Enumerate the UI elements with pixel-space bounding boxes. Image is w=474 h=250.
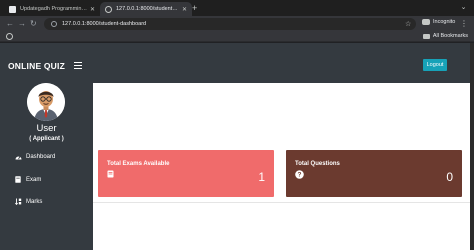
forward-icon[interactable]: →	[18, 19, 26, 29]
folder-icon	[422, 33, 430, 39]
sort-numeric-icon	[14, 198, 22, 205]
svg-text:?: ?	[298, 172, 302, 179]
card-title: Total Questions	[295, 161, 340, 167]
incognito-label: Incognito	[433, 19, 456, 25]
top-navbar: ONLINE QUIZ Logout	[0, 43, 470, 83]
sidebar-item-label: Marks	[26, 198, 43, 205]
incognito-indicator[interactable]: Incognito	[422, 19, 455, 25]
site-favicon-icon	[9, 5, 16, 13]
browser-toolbar: ← → ↻ 127.0.0.1:8000/student-dashboard ☆…	[0, 16, 474, 32]
sidebar-item-label: Dashboard	[26, 154, 56, 160]
sidebar-contents: User ( Applicant ) Dashboard Exam Marks	[0, 83, 93, 250]
sidebar-item-dashboard[interactable]: Dashboard	[14, 154, 55, 160]
browser-menu-icon[interactable]: ⋮	[460, 19, 468, 28]
card-title: Total Exams Available	[107, 161, 170, 167]
all-bookmarks-button[interactable]: All Bookmarks	[422, 33, 468, 39]
browser-tab-strip: Updategadh Programming - Ec ✕ 127.0.0.1:…	[0, 0, 474, 16]
new-tab-button[interactable]: +	[192, 3, 197, 13]
tab-title: 127.0.0.1:8000/student-dashb	[116, 6, 179, 12]
reload-icon[interactable]: ↻	[30, 19, 37, 29]
incognito-icon	[422, 19, 430, 25]
url-text: 127.0.0.1:8000/student-dashboard	[62, 21, 147, 27]
sidebar-item-label: Exam	[26, 176, 42, 183]
bookmark-star-icon[interactable]: ☆	[405, 20, 411, 28]
bookmark-globe-icon[interactable]	[6, 33, 13, 40]
browser-tab[interactable]: Updategadh Programming - Ec ✕	[4, 2, 100, 16]
total-questions-card: Total Questions ? 0	[286, 150, 462, 197]
book-icon	[107, 170, 114, 178]
close-tab-icon[interactable]: ✕	[182, 6, 187, 13]
brand-title[interactable]: ONLINE QUIZ	[8, 61, 65, 71]
tab-search-icon[interactable]: ⌄	[459, 3, 468, 12]
globe-icon	[105, 5, 112, 13]
content-divider	[93, 202, 470, 203]
site-info-icon[interactable]	[51, 21, 57, 27]
bookmarks-bar: All Bookmarks	[0, 32, 474, 42]
total-exams-card: Total Exams Available 1	[98, 150, 274, 197]
question-circle-icon: ?	[295, 170, 304, 179]
tachometer-icon	[14, 154, 22, 160]
avatar	[27, 83, 65, 121]
sidebar-item-marks[interactable]: Marks	[14, 198, 42, 205]
sidebar-item-exam[interactable]: Exam	[14, 176, 41, 183]
close-tab-icon[interactable]: ✕	[90, 6, 95, 13]
browser-tab-active[interactable]: 127.0.0.1:8000/student-dashb ✕	[100, 2, 192, 16]
sidebar-toggle-icon[interactable]	[74, 62, 82, 69]
address-bar[interactable]: 127.0.0.1:8000/student-dashboard	[44, 18, 416, 30]
user-role: ( Applicant )	[29, 136, 64, 142]
logout-button[interactable]: Logout	[423, 59, 447, 71]
user-avatar-illustration	[27, 83, 65, 121]
page-scrollbar[interactable]	[470, 43, 474, 250]
tab-title: Updategadh Programming - Ec	[20, 6, 87, 12]
card-value: 0	[446, 170, 453, 184]
card-value: 1	[258, 170, 265, 184]
user-name: User	[36, 123, 57, 134]
back-icon[interactable]: ←	[6, 19, 14, 29]
book-icon	[14, 176, 22, 183]
all-bookmarks-label: All Bookmarks	[432, 33, 468, 39]
